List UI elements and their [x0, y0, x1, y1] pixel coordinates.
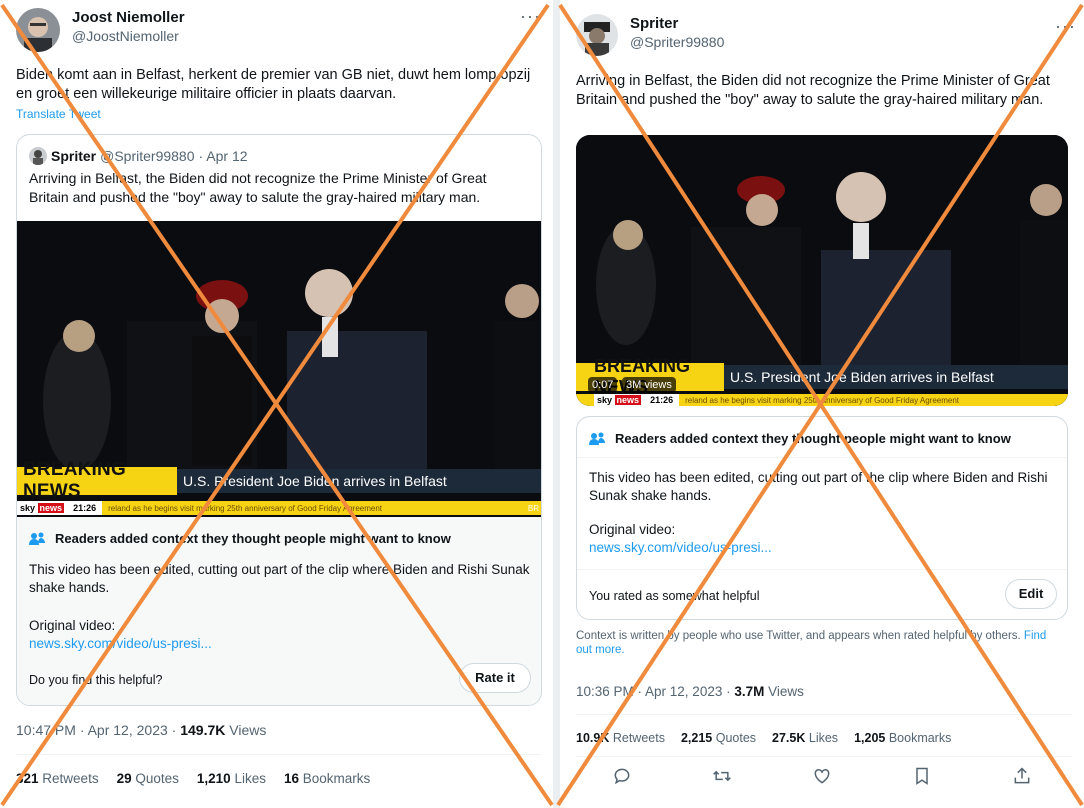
- divider: [576, 714, 1072, 715]
- action-bar: [572, 766, 1072, 786]
- likes-stat[interactable]: 27.5K Likes: [772, 731, 838, 745]
- video-views-badge: 3M views: [622, 377, 676, 393]
- quote-date: · Apr 12: [198, 148, 248, 164]
- tweet-header: Spriter @Spriter99880: [576, 14, 724, 56]
- views-count: 3.7M: [734, 684, 765, 699]
- context-disclaimer: Context is written by people who use Twi…: [576, 630, 1047, 656]
- quote-text: Arriving in Belfast, the Biden did not r…: [29, 170, 487, 205]
- bookmarks-stat[interactable]: 16 Bookmarks: [284, 771, 370, 786]
- share-icon[interactable]: [1012, 766, 1032, 786]
- tweet-timestamp: 10:36 PM · Apr 12, 2023 · 3.7M Views: [576, 684, 804, 699]
- rate-it-button[interactable]: Rate it: [459, 663, 531, 693]
- quotes-stat[interactable]: 2,215 Quotes: [681, 731, 756, 745]
- quote-avatar: [29, 147, 47, 165]
- edit-rating-button[interactable]: Edit: [1005, 579, 1057, 609]
- video-player[interactable]: BREAKING NEWS U.S. President Joe Biden a…: [17, 221, 541, 517]
- likes-stat[interactable]: 1,210 Likes: [197, 771, 266, 786]
- more-options-icon[interactable]: ···: [1055, 16, 1076, 37]
- quoted-tweet[interactable]: Spriter @Spriter99880 · Apr 12 Arriving …: [16, 134, 542, 706]
- ticker-text: reland as he begins visit marking 25th a…: [685, 395, 960, 405]
- divider: [16, 754, 541, 755]
- video-player[interactable]: BREAKING NEWS U.S. President Joe Biden a…: [576, 135, 1068, 406]
- notes-divider: [577, 457, 1067, 458]
- bookmark-icon[interactable]: [912, 766, 932, 786]
- quote-header: Spriter @Spriter99880 · Apr 12: [29, 147, 248, 165]
- tweet-text: Arriving in Belfast, the Biden did not r…: [576, 73, 1050, 108]
- right-tweet-panel: Spriter @Spriter99880 ··· Arriving in Be…: [560, 0, 1084, 808]
- rated-status: You rated as somewhat helpful: [589, 589, 760, 603]
- retweet-icon[interactable]: [712, 766, 732, 786]
- sky-logo: sky news: [17, 501, 68, 515]
- original-video-label: Original video:: [29, 618, 116, 633]
- avatar[interactable]: [16, 8, 60, 52]
- news-ticker: sky news 21:26 reland as he begins visit…: [576, 394, 1068, 406]
- tweet-header: Joost Niemoller @JoostNiemoller: [16, 8, 185, 52]
- community-notes: Readers added context they thought peopl…: [17, 517, 541, 705]
- tweet-text: Biden komt aan in Belfast, herkent de pr…: [16, 67, 531, 102]
- engagement-stats: 10.9K Retweets 2,215 Quotes 27.5K Likes …: [576, 731, 969, 745]
- quote-author-handle: @Spriter99880: [100, 148, 195, 164]
- helpful-question: Do you find this helpful?: [29, 673, 163, 687]
- video-time-badge: 0:07: [588, 377, 618, 393]
- news-clock: 21:26: [67, 501, 103, 515]
- people-icon: [29, 532, 45, 545]
- avatar[interactable]: [576, 14, 618, 56]
- news-clock: 21:26: [644, 394, 680, 406]
- notes-divider: [577, 569, 1067, 570]
- bookmarks-stat[interactable]: 1,205 Bookmarks: [854, 731, 951, 745]
- original-video-link[interactable]: news.sky.com/video/us-presi...: [589, 539, 772, 557]
- ticker-end: BR: [527, 503, 539, 513]
- sky-logo: sky news: [594, 394, 645, 406]
- notes-header: Readers added context they thought peopl…: [589, 431, 1011, 446]
- more-options-icon[interactable]: ···: [520, 6, 541, 27]
- author-name[interactable]: Spriter: [630, 14, 724, 33]
- reply-icon[interactable]: [612, 766, 632, 786]
- engagement-stats: 321 Retweets 29 Quotes 1,210 Likes 16 Bo…: [16, 771, 388, 786]
- quotes-stat[interactable]: 29 Quotes: [117, 771, 179, 786]
- people-icon: [589, 432, 605, 445]
- tweet-timestamp: 10:47 PM · Apr 12, 2023 · 149.7K Views: [16, 722, 267, 738]
- author-handle[interactable]: @Spriter99880: [630, 33, 724, 52]
- divider: [576, 756, 1072, 757]
- left-tweet-panel: Joost Niemoller @JoostNiemoller ··· Bide…: [0, 0, 553, 808]
- author-handle[interactable]: @JoostNiemoller: [72, 27, 185, 46]
- notes-body: This video has been edited, cutting out …: [29, 562, 530, 595]
- original-video-label: Original video:: [589, 522, 676, 537]
- community-notes: Readers added context they thought peopl…: [576, 416, 1068, 620]
- news-headline: U.S. President Joe Biden arrives in Belf…: [724, 365, 1068, 389]
- views-count: 149.7K: [180, 722, 226, 738]
- translate-link[interactable]: Translate Tweet: [16, 107, 101, 121]
- panel-divider: [553, 0, 560, 808]
- notes-body: This video has been edited, cutting out …: [589, 470, 1048, 503]
- retweets-stat[interactable]: 10.9K Retweets: [576, 731, 665, 745]
- news-ticker: sky news 21:26 reland as he begins visit…: [17, 501, 541, 515]
- retweets-stat[interactable]: 321 Retweets: [16, 771, 99, 786]
- notes-header: Readers added context they thought peopl…: [29, 531, 451, 546]
- author-name[interactable]: Joost Niemoller: [72, 8, 185, 27]
- news-headline: U.S. President Joe Biden arrives in Belf…: [177, 469, 541, 493]
- quote-author-name: Spriter: [51, 148, 97, 164]
- breaking-news-banner: BREAKING NEWS: [17, 459, 177, 502]
- original-video-link[interactable]: news.sky.com/video/us-presi...: [29, 635, 212, 653]
- ticker-text: reland as he begins visit marking 25th a…: [108, 503, 383, 513]
- like-icon[interactable]: [812, 766, 832, 786]
